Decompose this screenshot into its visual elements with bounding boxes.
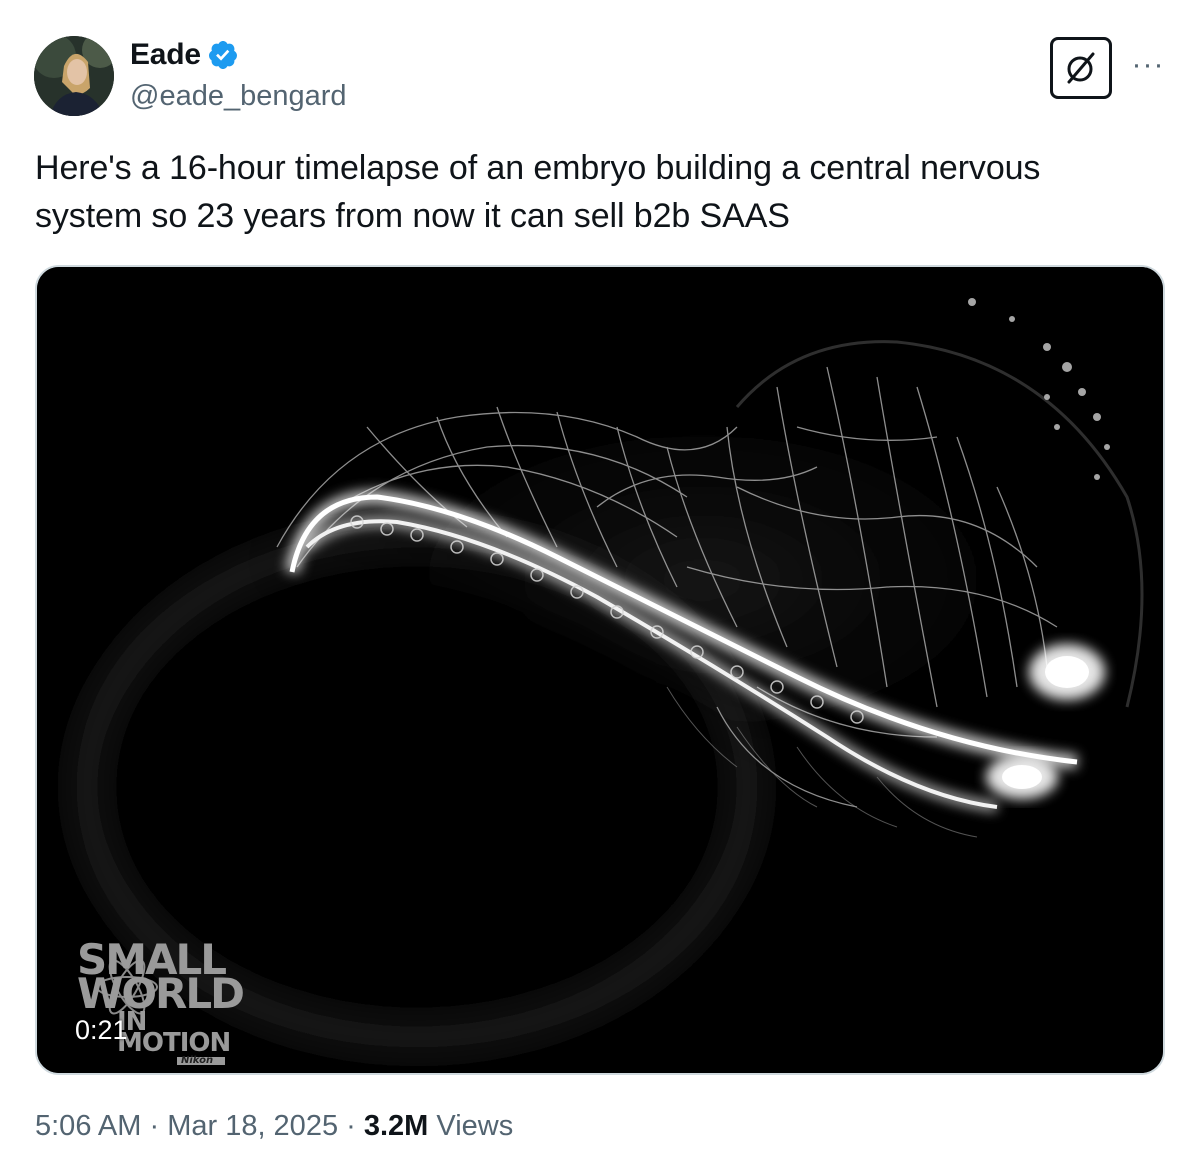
tweet-meta: 5:06 AM · Mar 18, 2025 · 3.2M Views [35, 1110, 513, 1143]
verified-badge-icon [208, 41, 237, 69]
author-name-row: Eade [130, 38, 239, 72]
small-world-in-motion-watermark: SMALL WORLD IN MOTION Nikon [77, 938, 245, 1065]
author-display-name[interactable]: Eade [130, 38, 201, 72]
tweet-date[interactable]: Mar 18, 2025 [167, 1110, 338, 1142]
meta-separator: · [338, 1110, 364, 1142]
views-count[interactable]: 3.2M [364, 1110, 428, 1142]
grok-icon [1067, 52, 1095, 84]
meta-separator: · [141, 1110, 168, 1142]
tweet-time[interactable]: 5:06 AM [35, 1110, 141, 1142]
author-handle[interactable]: @eade_bengard [130, 80, 347, 113]
more-options-button[interactable]: ··· [1128, 48, 1168, 81]
video-player[interactable]: SMALL WORLD IN MOTION Nikon 0:21 [35, 265, 1165, 1075]
tweet-text: Here's a 16-hour timelapse of an embryo … [35, 149, 1041, 235]
avatar[interactable] [34, 36, 114, 116]
tweet-card: Eade @eade_bengard ··· Here's a 16-hour … [0, 0, 1200, 1168]
watermark-line-2: WORLD [77, 969, 245, 1019]
avatar-photo [34, 36, 114, 116]
video-duration: 0:21 [75, 1015, 128, 1045]
grok-button[interactable] [1050, 37, 1112, 99]
watermark-line-3: IN MOTION [117, 1006, 231, 1059]
views-label: Views [428, 1110, 514, 1142]
more-icon: ··· [1131, 48, 1165, 81]
